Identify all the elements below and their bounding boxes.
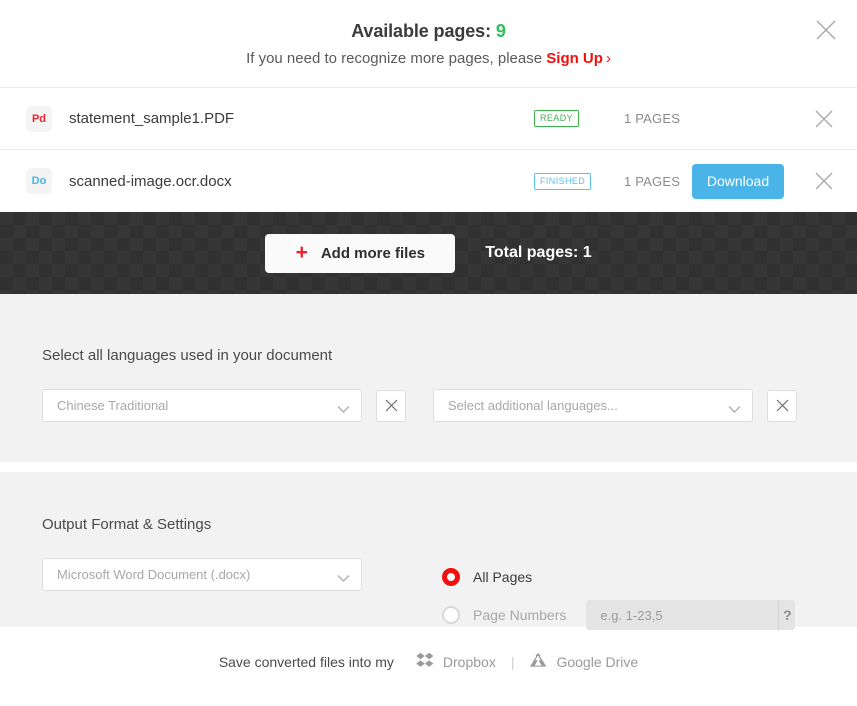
page-numbers-radio[interactable] (442, 606, 460, 624)
remove-file-icon[interactable] (813, 170, 835, 192)
all-pages-option[interactable]: All Pages (442, 562, 795, 592)
page-count: 1 PAGES (624, 111, 681, 126)
output-controls: Microsoft Word Document (.docx) All Page… (42, 558, 815, 630)
docx-file-icon: Do (26, 168, 52, 194)
table-row: Do scanned-image.ocr.docx FINISHED 1 PAG… (0, 150, 857, 212)
plus-icon: + (295, 240, 308, 264)
help-icon[interactable]: ? (778, 600, 795, 630)
header-subtitle-text: If you need to recognize more pages, ple… (246, 50, 543, 67)
page-range-group: All Pages Page Numbers ? (442, 558, 796, 630)
all-pages-label: All Pages (473, 569, 533, 585)
dropbox-label: Dropbox (442, 653, 496, 670)
language-panel: Select all languages used in your docume… (0, 294, 857, 462)
pdf-file-icon: Pd (26, 105, 52, 132)
additional-language-controls: Select additional languages... (433, 389, 797, 422)
dialog-header: Available pages: 9 If you need to recogn… (0, 0, 857, 87)
all-pages-radio[interactable] (442, 568, 460, 586)
available-pages-text: Available pages: (351, 21, 491, 41)
page-title: Available pages: 9 (0, 18, 857, 44)
additional-language-select[interactable]: Select additional languages... (433, 389, 753, 422)
primary-language-select-wrap: Chinese Traditional (42, 389, 362, 422)
panel-divider (0, 462, 857, 472)
clear-additional-language-button[interactable] (767, 389, 797, 422)
language-controls: Chinese Traditional Select additional la… (42, 389, 815, 422)
output-format-group: Microsoft Word Document (.docx) (42, 558, 442, 630)
table-row: Pd statement_sample1.PDF READY 1 PAGES (0, 88, 857, 150)
clear-primary-language-button[interactable] (376, 389, 406, 422)
google-drive-icon (529, 652, 547, 671)
file-name: statement_sample1.PDF (69, 110, 235, 127)
chevron-right-icon: › (605, 50, 611, 67)
close-icon[interactable] (813, 17, 839, 43)
footer-divider: | (510, 653, 515, 670)
output-format-select-wrap: Microsoft Word Document (.docx) (42, 558, 362, 591)
status-badge: FINISHED (534, 172, 592, 190)
dropbox-icon (416, 652, 434, 672)
page-count: 1 PAGES (624, 173, 681, 189)
status-badge: READY (534, 110, 580, 127)
file-list: Pd statement_sample1.PDF READY 1 PAGES D… (0, 87, 857, 212)
add-more-files-label: Add more files (320, 244, 426, 262)
save-to-cloud-label: Save converted files into my (218, 653, 394, 670)
cloud-save-footer: Save converted files into my Dropbox | G… (0, 627, 857, 696)
output-section-label: Output Format & Settings (42, 516, 212, 533)
google-drive-link[interactable]: Google Drive (529, 652, 638, 671)
add-more-files-button[interactable]: + Add more files (265, 233, 456, 273)
files-toolbar: + Add more files Total pages: 1 (0, 212, 857, 294)
header-subtitle: If you need to recognize more pages, ple… (0, 48, 857, 70)
additional-language-select-wrap: Select additional languages... (433, 389, 753, 422)
sign-up-link[interactable]: Sign Up (546, 50, 603, 67)
output-panel: Output Format & Settings Microsoft Word … (0, 472, 857, 630)
page-numbers-label: Page Numbers (473, 607, 567, 623)
total-pages-label: Total pages: 1 (485, 244, 592, 261)
available-pages-count: 9 (495, 21, 506, 41)
output-format-select[interactable]: Microsoft Word Document (.docx) (42, 558, 362, 591)
primary-language-select[interactable]: Chinese Traditional (42, 389, 362, 422)
page-numbers-input[interactable] (586, 600, 779, 630)
download-button[interactable]: Download (692, 163, 784, 199)
google-drive-label: Google Drive (556, 653, 639, 670)
language-section-label: Select all languages used in your docume… (42, 347, 333, 364)
dropbox-link[interactable]: Dropbox (416, 652, 496, 672)
page-numbers-option[interactable]: Page Numbers ? (442, 600, 796, 630)
remove-file-icon[interactable] (813, 108, 835, 130)
page-numbers-input-wrap: ? (586, 600, 796, 630)
